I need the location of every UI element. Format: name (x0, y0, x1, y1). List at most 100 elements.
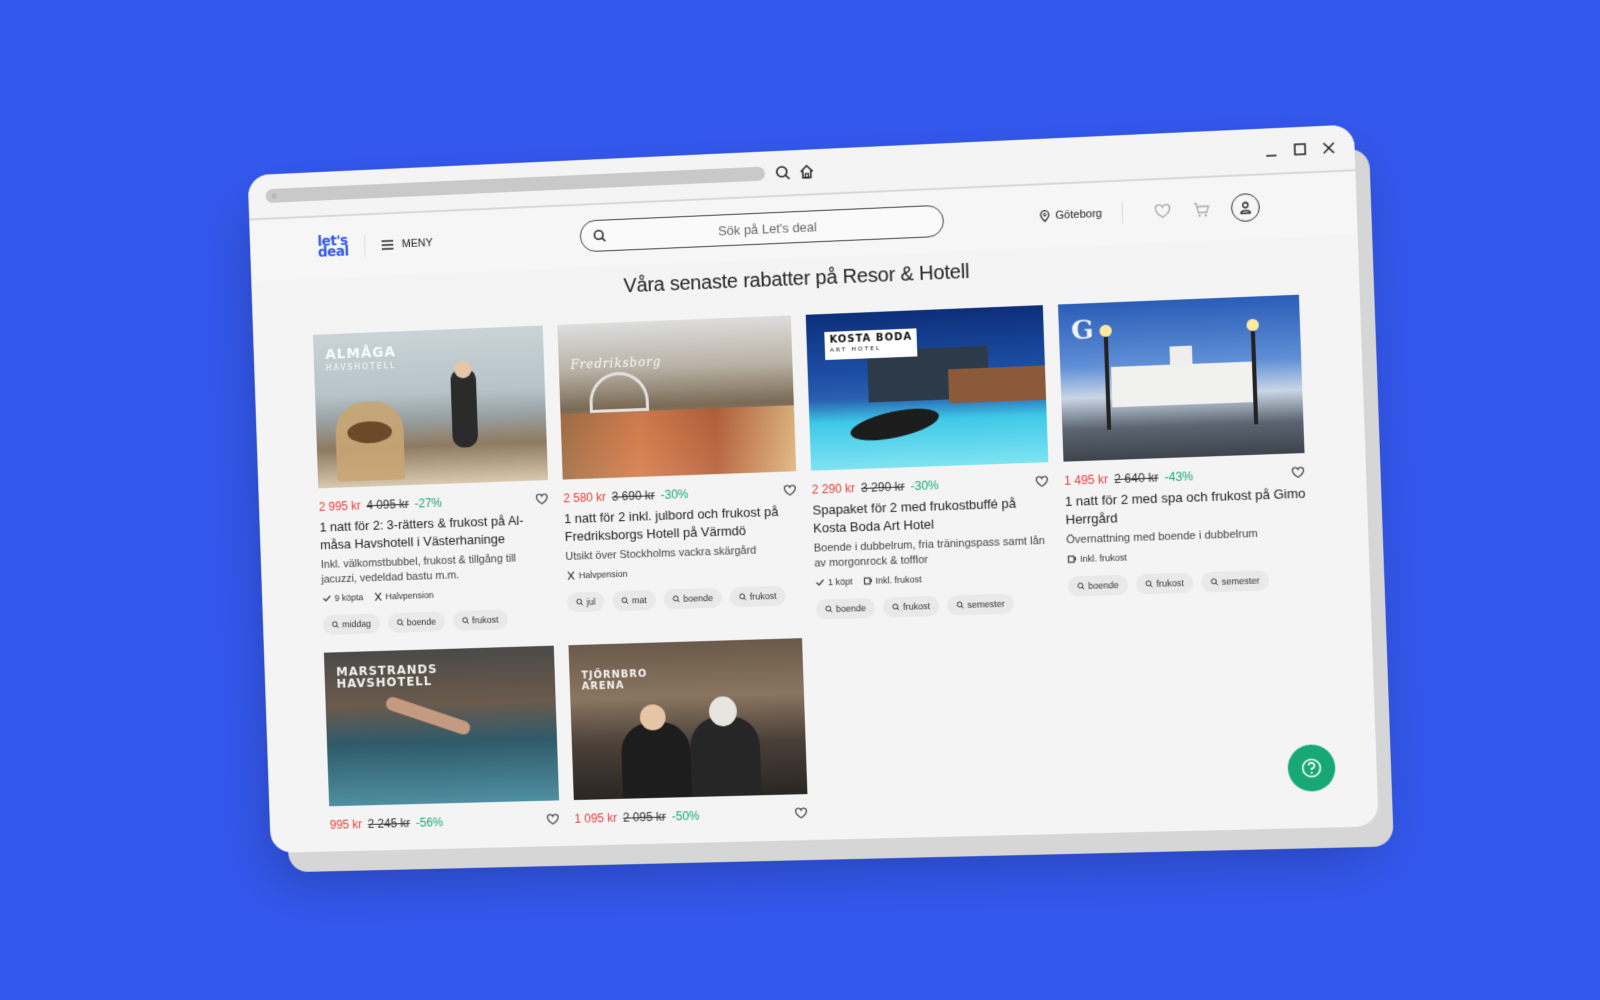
deal-title[interactable]: Spapaket för 2 med frukostbuffé på Kosta… (812, 493, 1050, 537)
brand-sub: ART HOTEL (829, 344, 882, 354)
tag-label: frukost (902, 601, 931, 612)
account-button[interactable] (1231, 192, 1261, 223)
deal-card[interactable]: KOSTA BODA ART HOTEL 2 290 kr 3 290 kr -3… (805, 305, 1054, 620)
meta-label: Halvpension (385, 590, 434, 602)
tag-chip[interactable]: frukost (729, 585, 786, 608)
tag-chip[interactable]: boende (387, 611, 446, 633)
minimize-icon[interactable] (1264, 143, 1279, 158)
deal-image[interactable]: G (1057, 294, 1305, 462)
close-icon[interactable] (1321, 141, 1336, 156)
tag-chip[interactable]: middag (322, 613, 380, 635)
meta-label: 1 köpt (827, 576, 853, 588)
deal-card[interactable]: Fredriksborg 2 580 kr 3 690 kr -30% 1 na… (557, 315, 801, 627)
tag-label: frukost (1156, 577, 1185, 589)
home-icon[interactable] (798, 163, 815, 180)
tag-label: frukost (471, 614, 499, 626)
location-selector[interactable]: Göteborg (1038, 208, 1102, 223)
deal-old-price: 3 690 kr (611, 488, 655, 504)
meta-item: Inkl. frukost (862, 574, 922, 586)
search-icon (1077, 582, 1085, 590)
tag-chip[interactable]: mat (611, 589, 657, 612)
deal-image[interactable]: KOSTA BODA ART HOTEL (805, 305, 1049, 471)
heart-icon[interactable] (1154, 202, 1173, 221)
heart-icon[interactable] (546, 812, 560, 826)
meta-item: Halvpension (566, 569, 628, 581)
deal-old-price: 2 640 kr (1114, 470, 1159, 487)
cart-icon[interactable] (1192, 200, 1211, 219)
search-icon (621, 597, 629, 605)
tag-label: semester (967, 598, 1005, 610)
deal-meta: 9 köpta Halvpension (322, 586, 552, 603)
cutlery-icon (373, 592, 383, 602)
tag-chip[interactable]: frukost (882, 595, 940, 618)
deal-discount: -50% (671, 808, 700, 824)
deal-image[interactable]: Fredriksborg (557, 315, 797, 480)
logo-line: deal (317, 243, 349, 261)
search-icon[interactable] (775, 164, 791, 181)
deal-card[interactable]: G 1 495 kr 2 640 kr -43% 1 natt för 2 me… (1057, 294, 1310, 612)
deal-card[interactable]: ALMÅGA HAVSHOTELL 2 995 kr 4 095 kr -27% … (312, 325, 553, 635)
maximize-icon[interactable] (1293, 142, 1308, 157)
address-bar[interactable]: ≡ (265, 166, 766, 204)
deal-brand: TJÖRNBRO ARENA (581, 669, 648, 693)
tag-label: frukost (749, 590, 777, 602)
sliders-icon[interactable]: ≡ (271, 191, 276, 201)
heart-icon[interactable] (794, 806, 808, 820)
check-icon (815, 579, 824, 586)
meta-item: Inkl. frukost (1067, 552, 1127, 564)
search-input[interactable] (605, 213, 931, 243)
tag-chip[interactable]: boende (1067, 574, 1129, 597)
brand-sub: HAVSHOTELL (325, 361, 397, 373)
deal-old-price: 4 095 kr (366, 496, 410, 513)
tag-label: boende (406, 616, 437, 628)
tag-chip[interactable]: semester (1200, 570, 1270, 593)
deal-meta: Halvpension (566, 563, 800, 581)
heart-icon[interactable] (1035, 474, 1050, 489)
menu-button[interactable]: MENY (380, 236, 433, 252)
cutlery-icon (566, 571, 576, 581)
deal-card[interactable]: MARSTRANDS HAVSHOTELL 995 kr 2 245 kr -56… (323, 645, 560, 832)
tag-label: semester (1221, 575, 1260, 587)
site-logo[interactable]: let's deal (317, 233, 349, 261)
search-box[interactable] (578, 204, 944, 253)
deal-image[interactable]: MARSTRANDS HAVSHOTELL (323, 645, 560, 807)
deal-card[interactable]: TJÖRNBRO ARENA 1 095 kr 2 095 kr -50% (568, 638, 808, 826)
location-label: Göteborg (1055, 207, 1103, 222)
search-icon (461, 617, 469, 625)
deal-meta: 1 köpt Inkl. frukost (815, 570, 1053, 588)
deal-image[interactable]: ALMÅGA HAVSHOTELL (312, 325, 549, 489)
deal-discount: -30% (660, 487, 689, 502)
tag-chip[interactable]: jul (566, 591, 605, 613)
tag-chip[interactable]: boende (815, 597, 876, 620)
heart-icon[interactable] (1291, 465, 1306, 480)
tag-chip[interactable]: boende (663, 587, 723, 610)
tag-chip[interactable]: frukost (1135, 572, 1194, 595)
deal-description: Boende i dubbelrum, fria träningspass sa… (813, 534, 1046, 570)
deal-image[interactable]: TJÖRNBRO ARENA (568, 638, 808, 801)
deal-title[interactable]: 1 natt för 2 inkl. julbord och frukost p… (564, 502, 799, 546)
deal-price: 995 kr (329, 817, 363, 832)
heart-icon[interactable] (783, 483, 797, 497)
deal-tags: boende frukost semester (1067, 569, 1310, 597)
coffee-cup-icon (862, 576, 872, 586)
deal-title[interactable]: 1 natt för 2: 3-rätters & frukost på Al-… (319, 511, 550, 554)
price-row: 2 290 kr 3 290 kr -30% (812, 474, 1050, 497)
coffee-cup-icon (1067, 554, 1077, 564)
deal-brand: Fredriksborg (570, 355, 661, 372)
search-icon (1210, 578, 1218, 586)
tag-label: boende (683, 592, 714, 604)
price-row: 995 kr 2 245 kr -56% (330, 812, 560, 832)
browser-window: ≡ let's deal MENY Göteborg (247, 124, 1379, 853)
deal-description: Utsikt över Stockholms vackra skärgård (565, 544, 757, 563)
tag-label: jul (586, 596, 596, 607)
tag-chip[interactable]: frukost (452, 609, 508, 631)
price-row: 2 580 kr 3 690 kr -30% (563, 483, 797, 505)
deal-price: 1 495 kr (1063, 472, 1109, 488)
tag-chip[interactable]: semester (946, 593, 1015, 616)
meta-item: 1 köpt (815, 576, 853, 587)
deal-title[interactable]: 1 natt för 2 med spa och frukost på Gimo… (1065, 485, 1307, 530)
brand-sub: ARENA (581, 680, 625, 693)
tag-label: boende (835, 603, 867, 615)
brand-name: G (1070, 315, 1096, 347)
heart-icon[interactable] (535, 492, 549, 506)
